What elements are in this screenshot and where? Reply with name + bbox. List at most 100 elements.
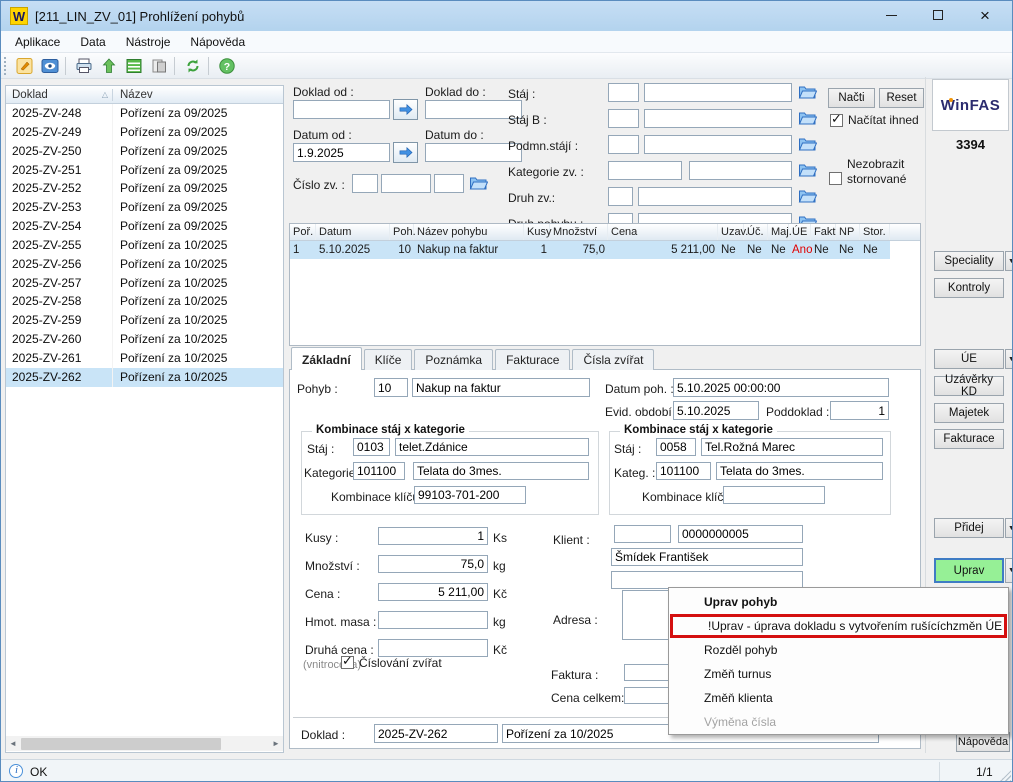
ue-button[interactable]: ÚE	[934, 349, 1004, 369]
tab-poznamka[interactable]: Poznámka	[414, 349, 493, 370]
col-nazev-pohybu[interactable]: Název pohybu	[414, 224, 524, 240]
movement-row-selected[interactable]: 1 5.10.2025 10 Nakup na faktur 1 75,0 5 …	[290, 241, 890, 259]
scroll-left-icon[interactable]: ◄	[6, 737, 20, 751]
klient-name-input[interactable]	[611, 548, 803, 566]
pohyb-code-input[interactable]	[374, 378, 408, 397]
kategorie-zv-code-input[interactable]	[608, 161, 682, 180]
list-item[interactable]: 2025-ZV-256Pořízení za 10/2025	[6, 255, 283, 274]
staj-code-input[interactable]	[608, 83, 639, 102]
kusy-input[interactable]	[378, 527, 488, 545]
staj-left-name-input[interactable]	[395, 438, 589, 456]
list-item[interactable]: 2025-ZV-248Pořízení za 09/2025	[6, 104, 283, 123]
speciality-dropdown-icon[interactable]	[1005, 251, 1013, 271]
cislo-zv-input-1[interactable]	[352, 174, 378, 193]
col-poh[interactable]: Poh.	[390, 224, 414, 240]
copy-datum-button[interactable]	[393, 142, 418, 163]
col-uzav[interactable]: Uzav.	[718, 224, 744, 240]
ue-dropdown-icon[interactable]	[1005, 349, 1013, 369]
list-item[interactable]: 2025-ZV-257Pořízení za 10/2025	[6, 274, 283, 293]
klient-number-input[interactable]	[678, 525, 803, 543]
list-item[interactable]: 2025-ZV-250Pořízení za 09/2025	[6, 142, 283, 161]
close-button[interactable]	[964, 3, 1006, 27]
cislovani-zvirat-checkbox[interactable]	[341, 656, 354, 669]
kategorie-zv-name-input[interactable]	[689, 161, 792, 180]
tab-cisla-zvirat[interactable]: Čísla zvířat	[572, 349, 654, 370]
cena-input[interactable]	[378, 583, 488, 601]
pohyb-name-input[interactable]	[412, 378, 590, 397]
uprav-dropdown-icon[interactable]	[1005, 558, 1013, 583]
list-item[interactable]: 2025-ZV-261Pořízení za 10/2025	[6, 349, 283, 368]
kombinace-klicu-left-input[interactable]	[414, 486, 526, 504]
col-np[interactable]: NP	[836, 224, 860, 240]
tab-fakturace[interactable]: Fakturace	[495, 349, 570, 370]
evid-obdobi-input[interactable]	[673, 401, 759, 420]
edit-icon[interactable]	[13, 55, 36, 77]
list-item[interactable]: 2025-ZV-259Pořízení za 10/2025	[6, 311, 283, 330]
menu-data[interactable]: Data	[70, 33, 115, 51]
pridej-button[interactable]: Přidej	[934, 518, 1004, 538]
druh-zv-code-input[interactable]	[608, 187, 633, 206]
col-ue[interactable]: ÚE	[789, 224, 811, 240]
col-cena[interactable]: Cena	[608, 224, 718, 240]
menu-nastroje[interactable]: Nástroje	[116, 33, 181, 51]
staj-right-code-input[interactable]	[656, 438, 696, 456]
napoveda-button[interactable]: Nápověda	[956, 732, 1010, 752]
uzaverky-kd-button[interactable]: Uzávěrky KD	[934, 376, 1004, 396]
mnozstvi-input[interactable]	[378, 555, 488, 573]
staj-b-name-input[interactable]	[644, 109, 792, 128]
menu-aplikace[interactable]: Aplikace	[5, 33, 70, 51]
druh-zv-folder-icon[interactable]	[798, 188, 817, 207]
col-kusy[interactable]: Kusy	[524, 224, 550, 240]
document-list-header[interactable]: Doklad△ Název	[6, 86, 283, 104]
minimize-button[interactable]	[870, 3, 912, 27]
list-item[interactable]: 2025-ZV-252Pořízení za 09/2025	[6, 179, 283, 198]
klient-code-input[interactable]	[614, 525, 671, 543]
copy-od-do-button[interactable]	[393, 99, 418, 120]
col-stor[interactable]: Stor.	[860, 224, 890, 240]
hmot-masa-input[interactable]	[378, 611, 488, 629]
list-item[interactable]: 2025-ZV-249Pořízení za 09/2025	[6, 123, 283, 142]
view-icon[interactable]	[38, 55, 61, 77]
menu-napoveda[interactable]: Nápověda	[180, 33, 255, 51]
staj-b-folder-icon[interactable]	[798, 110, 817, 129]
menu-item-zmen-klienta[interactable]: Změň klienta	[669, 686, 1008, 710]
druha-cena-input[interactable]	[378, 639, 488, 657]
doklad-number-input[interactable]	[374, 724, 498, 743]
reset-button[interactable]: Reset	[879, 88, 924, 108]
fakturace-button[interactable]: Fakturace	[934, 429, 1004, 449]
col-datum[interactable]: Datum	[316, 224, 390, 240]
scroll-right-icon[interactable]: ►	[269, 737, 283, 751]
staj-name-input[interactable]	[644, 83, 792, 102]
cislo-zv-folder-icon[interactable]	[469, 175, 488, 194]
list-item[interactable]: 2025-ZV-258Pořízení za 10/2025	[6, 292, 283, 311]
list-item[interactable]: 2025-ZV-260Pořízení za 10/2025	[6, 330, 283, 349]
cislo-zv-input-2[interactable]	[381, 174, 431, 193]
poddoklad-input[interactable]	[830, 401, 889, 420]
resize-grip[interactable]	[999, 770, 1011, 782]
kategorie-zv-folder-icon[interactable]	[798, 162, 817, 181]
columns-icon[interactable]	[147, 55, 170, 77]
nacti-button[interactable]: Načti	[828, 88, 875, 108]
uprav-button[interactable]: Uprav	[934, 558, 1004, 583]
staj-b-code-input[interactable]	[608, 109, 639, 128]
staj-right-name-input[interactable]	[701, 438, 883, 456]
col-por[interactable]: Poř.	[290, 224, 316, 240]
kategorie-right-name-input[interactable]	[716, 462, 883, 480]
tab-zakladni[interactable]: Základní	[291, 347, 362, 370]
list-item[interactable]: 2025-ZV-253Pořízení za 09/2025	[6, 198, 283, 217]
export-icon[interactable]	[97, 55, 120, 77]
kategorie-right-code-input[interactable]	[656, 462, 711, 480]
maximize-button[interactable]	[917, 3, 959, 27]
list-item[interactable]: 2025-ZV-251Pořízení za 09/2025	[6, 161, 283, 180]
list-icon[interactable]	[122, 55, 145, 77]
podmn-staji-folder-icon[interactable]	[798, 136, 817, 155]
cislo-zv-input-3[interactable]	[434, 174, 464, 193]
col-uc[interactable]: Úč.	[744, 224, 768, 240]
kategorie-left-name-input[interactable]	[413, 462, 589, 480]
staj-folder-icon[interactable]	[798, 84, 817, 103]
list-item[interactable]: 2025-ZV-254Pořízení za 09/2025	[6, 217, 283, 236]
tab-klice[interactable]: Klíče	[364, 349, 413, 370]
horizontal-scrollbar[interactable]: ◄ ►	[6, 736, 283, 751]
menu-item-uprav-pohyb[interactable]: Uprav pohyb	[669, 590, 1008, 614]
list-item[interactable]: 2025-ZV-255Pořízení za 10/2025	[6, 236, 283, 255]
